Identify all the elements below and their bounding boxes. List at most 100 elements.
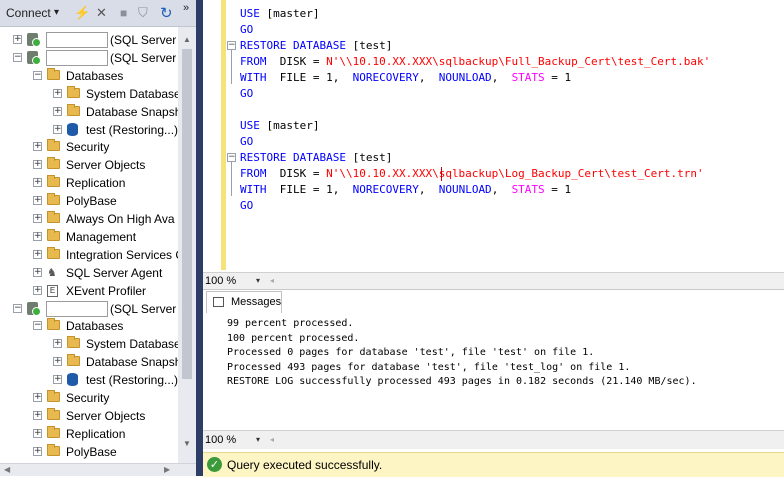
results-zoom-dropdown-icon[interactable]: ▾	[251, 433, 265, 447]
code-line[interactable]: WITH FILE = 1, NORECOVERY, NOUNLOAD, STA…	[240, 70, 571, 86]
folder-icon	[47, 157, 60, 170]
code-line[interactable]: GO	[240, 198, 253, 214]
expand-node-icon[interactable]: +	[33, 231, 42, 241]
tree-vertical-scrollbar[interactable]: ▲ ▼	[178, 27, 196, 463]
scroll-down-icon[interactable]: ▼	[183, 439, 191, 448]
expand-node-icon[interactable]: +	[33, 142, 42, 152]
tree-node-xevent-profiler[interactable]: + E XEvent Profiler	[0, 282, 178, 300]
expand-node-icon[interactable]: +	[33, 178, 42, 188]
panel-splitter[interactable]	[196, 0, 203, 476]
tree-horizontal-scrollbar[interactable]: ◀ ▶	[0, 463, 196, 476]
code-line[interactable]: FROM DISK = N'\\10.10.XX.XXX\sqlbackup\L…	[240, 166, 704, 182]
refresh-icon[interactable]: ↻	[160, 0, 173, 26]
editor-zoom-dropdown-icon[interactable]: ▾	[251, 274, 265, 288]
tree-node-label: Server Objects	[66, 408, 146, 423]
code-text: ,	[418, 183, 439, 196]
folder-icon	[47, 193, 60, 206]
sql-keyword: GO	[240, 135, 254, 148]
expand-node-icon[interactable]: +	[53, 357, 62, 367]
tree-node-database-snapsh[interactable]: + Database Snapsh	[0, 103, 178, 121]
tree-node-label: PolyBase	[66, 444, 117, 459]
collapse-region-icon[interactable]: −	[227, 41, 236, 50]
connect-object-explorer-icon[interactable]: ⚡	[74, 0, 90, 26]
code-line[interactable]: RESTORE DATABASE [test]	[240, 38, 392, 54]
scroll-left-icon[interactable]: ◀	[4, 464, 10, 476]
expand-node-icon[interactable]: +	[33, 196, 42, 206]
code-line[interactable]: FROM DISK = N'\\10.10.XX.XXX\sqlbackup\F…	[240, 54, 710, 70]
redacted-server-name	[46, 32, 108, 48]
tree-node-polybase[interactable]: + PolyBase	[0, 192, 178, 210]
tree-node-test-restoring[interactable]: + test (Restoring...)	[0, 121, 178, 139]
expand-node-icon[interactable]: +	[33, 393, 42, 402]
tree-node-integration-services-c[interactable]: + Integration Services C	[0, 246, 178, 264]
tree-node-polybase[interactable]: + PolyBase	[0, 443, 178, 461]
code-line[interactable]: GO	[240, 86, 253, 102]
expand-node-icon[interactable]: +	[33, 267, 42, 277]
tab-messages[interactable]: Messages	[206, 291, 282, 313]
code-line[interactable]: USE [master]	[240, 6, 319, 22]
tree-node-system-database[interactable]: + System Database	[0, 85, 178, 103]
editor-zoom-select[interactable]: 100 %	[205, 274, 236, 288]
tree-node-server-objects[interactable]: + Server Objects	[0, 156, 178, 174]
tree-node-database-snapsh[interactable]: + Database Snapsh	[0, 353, 178, 371]
expand-node-icon[interactable]: +	[33, 160, 42, 170]
stop-icon[interactable]: ■	[120, 0, 127, 26]
tree-node-replication[interactable]: + Replication	[0, 174, 178, 192]
code-line[interactable]: USE [master]	[240, 118, 319, 134]
connect-button[interactable]: Connect	[6, 0, 51, 26]
collapse-node-icon[interactable]: −	[13, 303, 22, 313]
expand-node-icon[interactable]: +	[13, 35, 22, 44]
collapse-node-icon[interactable]: −	[33, 70, 42, 80]
tree-node-always-on-high-ava[interactable]: + Always On High Ava	[0, 210, 178, 228]
sql-keyword: GO	[240, 23, 254, 36]
tree-node-server-objects[interactable]: + Server Objects	[0, 407, 178, 425]
expand-node-icon[interactable]: +	[33, 249, 42, 259]
editor-hscroll-left-icon[interactable]: ◂	[265, 274, 279, 288]
folder-icon	[47, 443, 60, 456]
redacted-server-name	[46, 49, 108, 66]
collapse-node-icon[interactable]: −	[33, 321, 42, 331]
results-zoom-bar: 100 % ▾ ◂	[203, 430, 784, 449]
tree-node-security[interactable]: + Security	[0, 389, 178, 407]
expand-node-icon[interactable]: +	[53, 88, 62, 98]
expand-node-icon[interactable]: +	[33, 428, 42, 438]
results-hscroll-left-icon[interactable]: ◂	[265, 433, 279, 447]
scroll-right-icon[interactable]: ▶	[164, 464, 170, 476]
connect-dropdown-icon[interactable]: ▾	[54, 0, 59, 26]
disconnect-icon[interactable]: ✕	[96, 0, 107, 26]
toolbar-overflow-icon[interactable]: »	[183, 0, 189, 21]
expand-node-icon[interactable]: +	[53, 375, 62, 385]
tree-node-sql-server[interactable]: + (SQL Server	[0, 31, 178, 49]
expand-node-icon[interactable]: +	[33, 214, 42, 223]
expand-node-icon[interactable]: +	[53, 339, 62, 349]
expand-node-icon[interactable]: +	[33, 285, 42, 295]
code-line[interactable]: GO	[240, 134, 253, 150]
code-text: = 1	[544, 183, 572, 196]
tree-node-sql-server[interactable]: − (SQL Server	[0, 300, 178, 318]
tree-node-management[interactable]: + Management	[0, 228, 178, 246]
tree-node-replication[interactable]: + Replication	[0, 425, 178, 443]
results-zoom-select[interactable]: 100 %	[205, 433, 236, 447]
folder-icon	[47, 139, 60, 152]
tree-node-security[interactable]: + Security	[0, 138, 178, 156]
tree-scrollbar-thumb[interactable]	[182, 49, 192, 379]
expand-node-icon[interactable]: +	[53, 124, 62, 134]
code-line[interactable]: GO	[240, 22, 253, 38]
tree-node-system-database[interactable]: + System Database	[0, 335, 178, 353]
code-text: DISK =	[266, 55, 327, 68]
tree-node-test-restoring[interactable]: + test (Restoring...)	[0, 371, 178, 389]
expand-node-icon[interactable]: +	[33, 446, 42, 456]
tree-node-databases[interactable]: − Databases	[0, 67, 178, 85]
tree-node-databases[interactable]: − Databases	[0, 317, 178, 335]
tree-node-sql-server-agent[interactable]: + ♞ SQL Server Agent	[0, 264, 178, 282]
code-line[interactable]: RESTORE DATABASE [test]	[240, 150, 392, 166]
collapse-region-icon[interactable]: −	[227, 153, 236, 162]
code-line[interactable]: WITH FILE = 1, NORECOVERY, NOUNLOAD, STA…	[240, 182, 571, 198]
collapse-node-icon[interactable]: −	[13, 52, 22, 62]
filter-icon[interactable]: ⛉	[138, 0, 148, 26]
scroll-up-icon[interactable]: ▲	[183, 35, 191, 44]
expand-node-icon[interactable]: +	[33, 410, 42, 420]
tree-node-sql-server[interactable]: − (SQL Server	[0, 49, 178, 67]
expand-node-icon[interactable]: +	[53, 106, 62, 116]
tab-messages-label: Messages	[231, 296, 282, 308]
